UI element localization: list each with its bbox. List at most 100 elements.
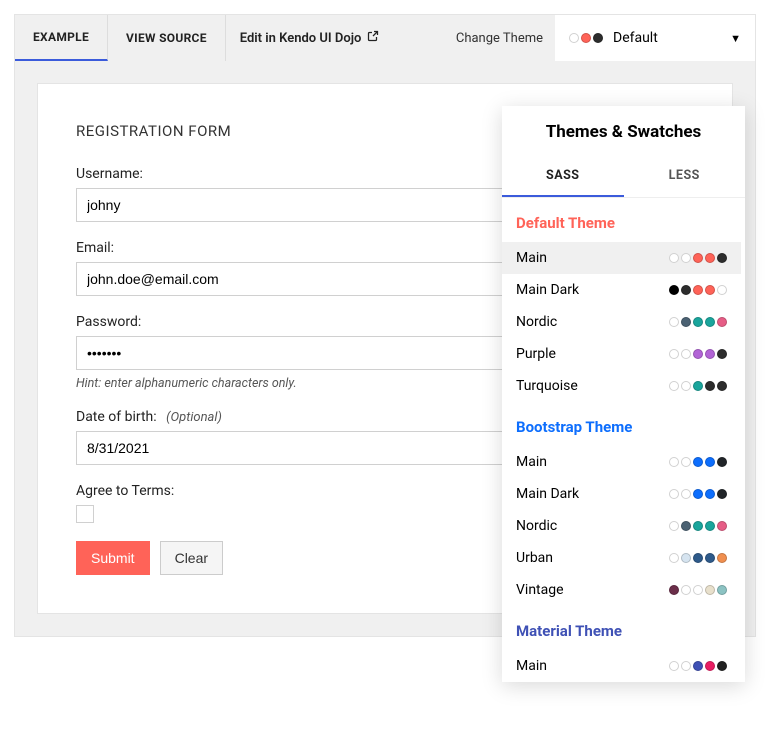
- caret-down-icon: ▼: [730, 32, 741, 45]
- color-dot-icon: [581, 33, 591, 43]
- swatch-dots: [669, 253, 727, 263]
- swatch-name: Nordic: [516, 518, 557, 534]
- color-dot-icon: [669, 585, 679, 595]
- swatch-row[interactable]: Nordic: [502, 510, 741, 542]
- swatch-name: Vintage: [516, 582, 564, 598]
- clear-button[interactable]: Clear: [160, 541, 223, 575]
- color-dot-icon: [669, 661, 679, 671]
- swatch-row[interactable]: Main Dark: [502, 274, 741, 306]
- color-dot-icon: [669, 381, 679, 391]
- tab-less[interactable]: LESS: [624, 156, 746, 197]
- color-dot-icon: [593, 33, 603, 43]
- color-dot-icon: [681, 521, 691, 531]
- color-dot-icon: [669, 489, 679, 499]
- submit-button[interactable]: Submit: [76, 541, 150, 575]
- swatch-row[interactable]: Turquoise: [502, 370, 741, 402]
- color-dot-icon: [717, 521, 727, 531]
- swatch-row[interactable]: Purple: [502, 338, 741, 370]
- color-dot-icon: [681, 585, 691, 595]
- theme-dropdown-trigger[interactable]: Default ▼: [555, 15, 755, 61]
- color-dot-icon: [669, 349, 679, 359]
- color-dot-icon: [705, 317, 715, 327]
- tab-sass[interactable]: SASS: [502, 156, 624, 197]
- tab-example[interactable]: EXAMPLE: [15, 15, 108, 61]
- color-dot-icon: [705, 253, 715, 263]
- theme-group-title: Material Theme: [502, 606, 741, 650]
- color-dot-icon: [717, 253, 727, 263]
- swatch-dots: [669, 489, 727, 499]
- color-dot-icon: [693, 553, 703, 563]
- color-dot-icon: [717, 661, 727, 671]
- color-dot-icon: [681, 317, 691, 327]
- color-dot-icon: [681, 489, 691, 499]
- color-dot-icon: [705, 489, 715, 499]
- color-dot-icon: [705, 349, 715, 359]
- swatch-dots: [669, 661, 727, 671]
- color-dot-icon: [681, 457, 691, 467]
- swatch-row[interactable]: Main Dark: [502, 478, 741, 510]
- color-dot-icon: [669, 521, 679, 531]
- swatch-row[interactable]: Main: [502, 446, 741, 478]
- swatch-name: Main: [516, 454, 547, 470]
- color-dot-icon: [693, 253, 703, 263]
- color-dot-icon: [693, 317, 703, 327]
- swatch-row[interactable]: Main: [502, 242, 741, 274]
- swatch-dots: [669, 349, 727, 359]
- color-dot-icon: [693, 661, 703, 671]
- color-dot-icon: [717, 381, 727, 391]
- color-dot-icon: [717, 553, 727, 563]
- color-dot-icon: [681, 253, 691, 263]
- dropdown-title: Themes & Swatches: [502, 106, 745, 156]
- color-dot-icon: [681, 381, 691, 391]
- color-dot-icon: [717, 585, 727, 595]
- swatch-row[interactable]: Urban: [502, 542, 741, 574]
- dojo-link-label: Edit in Kendo UI Dojo: [240, 31, 362, 46]
- color-dot-icon: [669, 553, 679, 563]
- color-dot-icon: [693, 489, 703, 499]
- swatch-name: Purple: [516, 346, 556, 362]
- swatch-name: Turquoise: [516, 378, 578, 394]
- theme-group-title: Default Theme: [502, 198, 741, 242]
- swatch-row[interactable]: Nordic: [502, 306, 741, 338]
- themes-dropdown-panel: Themes & Swatches SASS LESS Default Them…: [502, 106, 745, 682]
- swatch-row[interactable]: Vintage: [502, 574, 741, 606]
- swatch-name: Main: [516, 658, 547, 674]
- color-dot-icon: [693, 521, 703, 531]
- swatch-name: Urban: [516, 550, 553, 566]
- change-theme-label: Change Theme: [456, 31, 555, 46]
- color-dot-icon: [717, 285, 727, 295]
- swatch-dots: [669, 585, 727, 595]
- color-dot-icon: [717, 457, 727, 467]
- edit-in-dojo-link[interactable]: Edit in Kendo UI Dojo: [226, 30, 394, 46]
- color-dot-icon: [693, 349, 703, 359]
- swatch-dots: [669, 521, 727, 531]
- theme-preview-dots: [569, 33, 603, 43]
- dob-optional: (Optional): [166, 410, 222, 425]
- color-dot-icon: [705, 661, 715, 671]
- color-dot-icon: [717, 489, 727, 499]
- color-dot-icon: [669, 285, 679, 295]
- theme-group-title: Bootstrap Theme: [502, 402, 741, 446]
- color-dot-icon: [705, 457, 715, 467]
- swatch-row[interactable]: Main: [502, 650, 741, 682]
- color-dot-icon: [705, 553, 715, 563]
- color-dot-icon: [705, 521, 715, 531]
- color-dot-icon: [693, 457, 703, 467]
- dob-label-text: Date of birth:: [76, 409, 157, 425]
- color-dot-icon: [669, 253, 679, 263]
- top-bar: EXAMPLE VIEW SOURCE Edit in Kendo UI Doj…: [15, 15, 755, 61]
- agree-checkbox[interactable]: [76, 505, 94, 523]
- swatch-dots: [669, 553, 727, 563]
- color-dot-icon: [669, 457, 679, 467]
- swatch-dots: [669, 381, 727, 391]
- color-dot-icon: [717, 317, 727, 327]
- swatch-dots: [669, 317, 727, 327]
- dropdown-scroll-body[interactable]: Default ThemeMainMain DarkNordicPurpleTu…: [502, 198, 745, 682]
- theme-selected-name: Default: [613, 30, 720, 46]
- color-dot-icon: [705, 381, 715, 391]
- external-link-icon: [367, 30, 379, 46]
- color-dot-icon: [693, 285, 703, 295]
- tab-view-source[interactable]: VIEW SOURCE: [108, 15, 226, 61]
- color-dot-icon: [693, 585, 703, 595]
- color-dot-icon: [669, 317, 679, 327]
